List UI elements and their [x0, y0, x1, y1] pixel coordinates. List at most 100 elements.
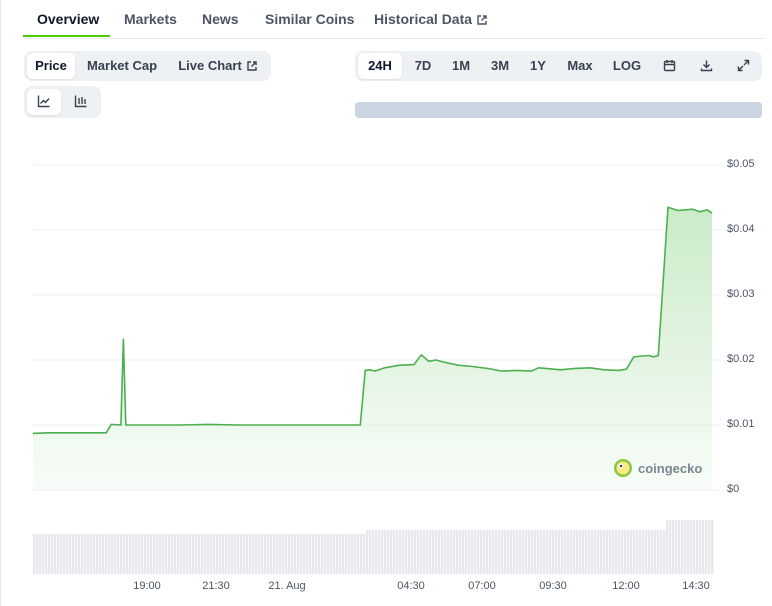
- volume-bar: [102, 534, 105, 574]
- volume-bar: [243, 534, 246, 574]
- volume-bar: [402, 530, 405, 574]
- volume-bar: [321, 534, 324, 574]
- volume-bar: [222, 534, 225, 574]
- volume-bar: [570, 530, 573, 574]
- volume-bar: [432, 530, 435, 574]
- volume-bar: [618, 530, 621, 574]
- volume-bar: [663, 530, 666, 574]
- volume-bar: [78, 534, 81, 574]
- y-tick-label: $0.01: [727, 418, 755, 430]
- volume-bar: [246, 534, 249, 574]
- volume-bar: [390, 530, 393, 574]
- volume-bar: [126, 534, 129, 574]
- volume-bar: [375, 530, 378, 574]
- volume-bar: [48, 534, 51, 574]
- volume-bar: [162, 534, 165, 574]
- volume-bar: [120, 534, 123, 574]
- volume-bar: [588, 530, 591, 574]
- volume-bar: [552, 530, 555, 574]
- coingecko-logo-icon: [614, 459, 632, 477]
- volume-bar: [75, 534, 78, 574]
- volume-bar: [486, 530, 489, 574]
- volume-bar: [60, 534, 63, 574]
- volume-bar: [150, 534, 153, 574]
- volume-bar: [249, 534, 252, 574]
- volume-bar: [336, 534, 339, 574]
- volume-bar: [324, 534, 327, 574]
- volume-bar: [189, 534, 192, 574]
- volume-bar: [648, 530, 651, 574]
- volume-bar: [399, 530, 402, 574]
- volume-bar: [264, 534, 267, 574]
- volume-bar: [333, 534, 336, 574]
- volume-bar: [381, 530, 384, 574]
- volume-bar: [156, 534, 159, 574]
- volume-bar: [435, 530, 438, 574]
- volume-bar: [285, 534, 288, 574]
- volume-bar: [201, 534, 204, 574]
- volume-bar: [591, 530, 594, 574]
- volume-bar: [261, 534, 264, 574]
- volume-bar: [510, 530, 513, 574]
- volume-bar: [348, 534, 351, 574]
- volume-bar: [90, 534, 93, 574]
- volume-bar: [582, 530, 585, 574]
- volume-bar: [174, 534, 177, 574]
- volume-bar: [657, 530, 660, 574]
- volume-bar: [417, 530, 420, 574]
- volume-bar: [357, 534, 360, 574]
- volume-bar: [555, 530, 558, 574]
- volume-bar: [132, 534, 135, 574]
- volume-bar: [108, 534, 111, 574]
- volume-bar: [495, 530, 498, 574]
- volume-bar: [609, 530, 612, 574]
- price-area: [33, 207, 712, 491]
- volume-bar: [501, 530, 504, 574]
- volume-bar: [504, 530, 507, 574]
- volume-bar: [690, 520, 693, 574]
- volume-bar: [540, 530, 543, 574]
- volume-bar: [237, 534, 240, 574]
- y-tick-label: $0.04: [727, 223, 755, 235]
- volume-bar: [561, 530, 564, 574]
- volume-bar: [255, 534, 258, 574]
- volume-bar: [612, 530, 615, 574]
- volume-bar: [519, 530, 522, 574]
- volume-bar: [54, 534, 57, 574]
- volume-bar: [135, 534, 138, 574]
- volume-bar: [438, 530, 441, 574]
- volume-bar: [630, 530, 633, 574]
- volume-bar: [543, 530, 546, 574]
- volume-bar: [453, 530, 456, 574]
- volume-bar: [564, 530, 567, 574]
- volume-bar: [306, 534, 309, 574]
- volume-bar: [87, 534, 90, 574]
- volume-bar: [33, 534, 36, 574]
- volume-bar: [204, 534, 207, 574]
- volume-bar: [606, 530, 609, 574]
- volume-bar: [303, 534, 306, 574]
- volume-bar: [468, 530, 471, 574]
- volume-bar: [93, 534, 96, 574]
- volume-bar: [408, 530, 411, 574]
- volume-bar: [621, 530, 624, 574]
- price-chart[interactable]: [0, 0, 772, 606]
- volume-bar: [642, 530, 645, 574]
- volume-bar: [585, 530, 588, 574]
- volume-bar: [228, 534, 231, 574]
- volume-bar: [711, 520, 714, 574]
- volume-bar: [699, 520, 702, 574]
- volume-bar: [66, 534, 69, 574]
- volume-bar: [345, 534, 348, 574]
- volume-bar: [426, 530, 429, 574]
- volume-bar: [288, 534, 291, 574]
- x-tick-label: 21. Aug: [268, 580, 306, 592]
- volume-bar: [384, 530, 387, 574]
- volume-bar: [513, 530, 516, 574]
- volume-bar: [63, 534, 66, 574]
- volume-bar: [660, 530, 663, 574]
- volume-bar: [420, 530, 423, 574]
- volume-bar: [558, 530, 561, 574]
- volume-bar: [456, 530, 459, 574]
- y-tick-label: $0: [727, 483, 740, 495]
